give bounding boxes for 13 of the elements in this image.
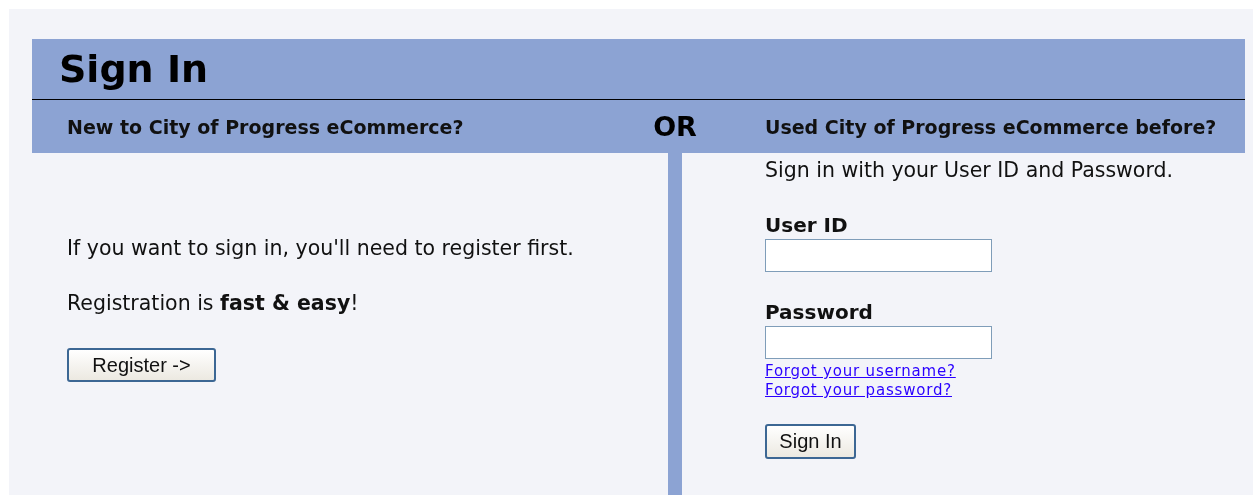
intro-text: Sign in with your User ID and Password. xyxy=(765,158,1173,182)
info-text: If you want to sign in, you'll need to register first. xyxy=(67,236,575,260)
register-button[interactable]: Register -> xyxy=(67,348,216,382)
or-label: OR xyxy=(653,111,697,142)
input-field[interactable] xyxy=(765,239,992,272)
info-text: Registration is fast & easy! xyxy=(67,291,360,315)
field-label: Password xyxy=(765,300,873,324)
sign-in-button[interactable]: Sign In xyxy=(765,424,856,459)
forgot-link[interactable]: Forgot your password? xyxy=(765,381,952,400)
page-title: Sign In xyxy=(59,47,209,91)
input-field[interactable] xyxy=(765,326,992,359)
field-label: User ID xyxy=(765,213,848,237)
forgot-link[interactable]: Forgot your username? xyxy=(765,362,956,381)
